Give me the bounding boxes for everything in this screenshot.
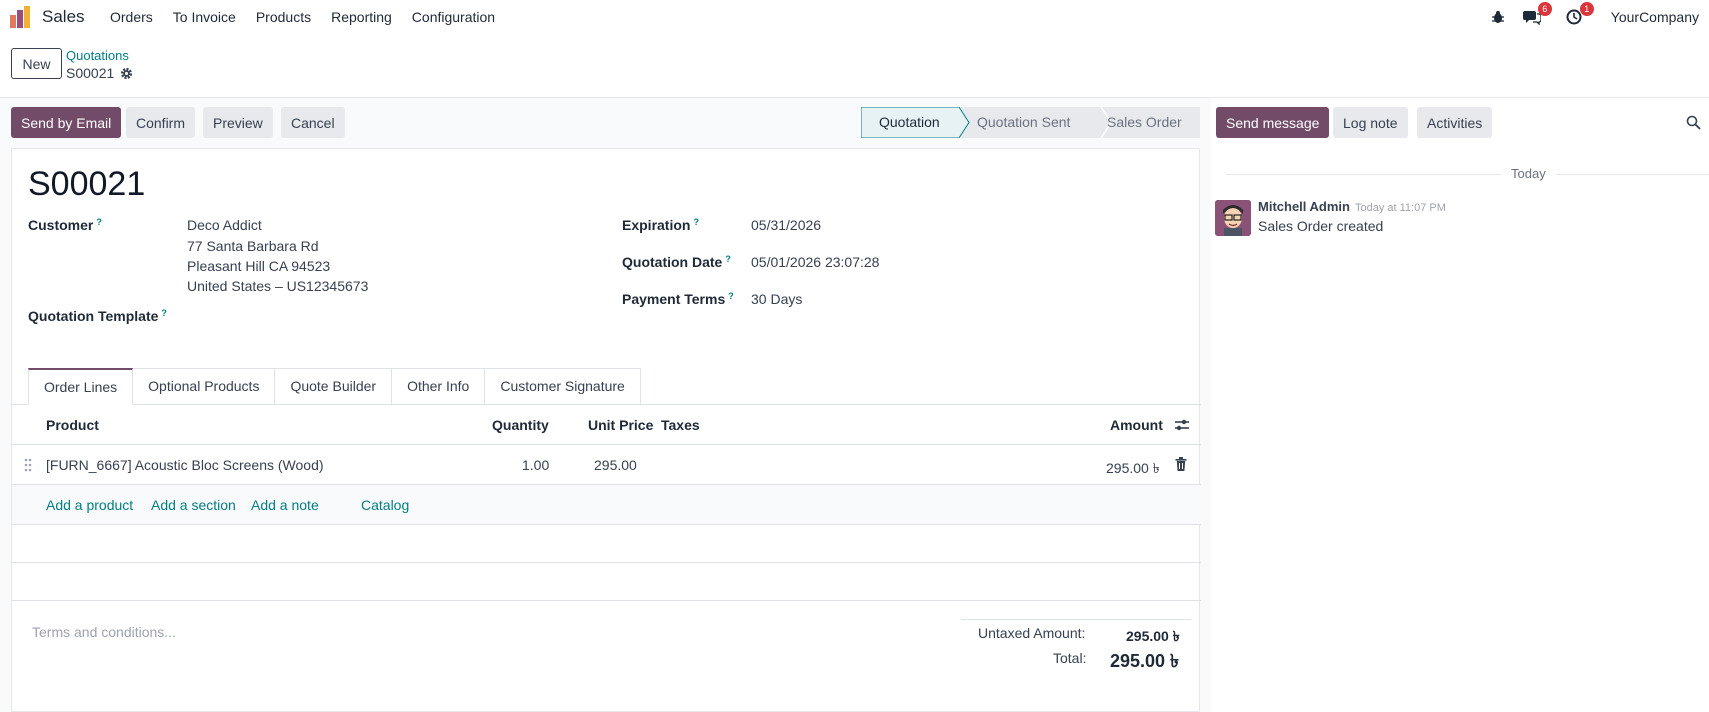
messages-icon[interactable]: 6 (1521, 2, 1552, 28)
send-by-email-button[interactable]: Send by Email (11, 107, 122, 138)
quotation-date-field[interactable]: 05/01/2026 23:07:28 (751, 252, 879, 272)
menu-to-invoice[interactable]: To Invoice (163, 0, 246, 34)
tab-quote-builder[interactable]: Quote Builder (275, 368, 393, 405)
col-taxes[interactable]: Taxes (661, 417, 700, 433)
menu-products[interactable]: Products (246, 0, 321, 34)
terms-conditions-input[interactable]: Terms and conditions... (32, 624, 176, 640)
expiration-field[interactable]: 05/31/2026 (751, 215, 821, 235)
chatter-panel: Send message Log note Activities Today M… (1211, 98, 1709, 712)
total-label: Total: (1053, 650, 1087, 666)
tab-order-lines[interactable]: Order Lines (28, 368, 134, 405)
customer-label: Customer? (28, 217, 102, 233)
company-switcher[interactable]: YourCompany (1611, 9, 1699, 25)
quotation-date-label: Quotation Date? (622, 254, 731, 270)
bug-icon[interactable] (1487, 6, 1509, 28)
tab-optional-products[interactable]: Optional Products (133, 368, 276, 405)
add-product-link[interactable]: Add a product (46, 497, 133, 513)
row-amount: 295.00 ৳ (1106, 460, 1160, 476)
customer-city: Pleasant Hill CA 94523 (187, 258, 331, 274)
expiration-label: Expiration? (622, 217, 699, 233)
navbar-systray: 6 1 YourCompany (1487, 0, 1709, 34)
activities-clock-icon[interactable]: 1 (1563, 2, 1594, 28)
tab-other-info[interactable]: Other Info (392, 368, 486, 405)
record-name: S00021 (66, 65, 115, 81)
trash-icon[interactable] (1175, 457, 1187, 471)
drag-handle-icon[interactable] (24, 458, 32, 472)
customer-street: 77 Santa Barbara Rd (187, 238, 319, 254)
app-name[interactable]: Sales (42, 7, 85, 27)
add-line-row: Add a product Add a section Add a note C… (12, 485, 1201, 525)
top-navbar: Sales Orders To Invoice Products Reporti… (0, 0, 1709, 34)
form-sheet: S00021 Customer? Deco Addict 77 Santa Ba… (11, 148, 1201, 712)
add-note-link[interactable]: Add a note (251, 497, 319, 513)
sales-app-icon[interactable] (10, 6, 32, 28)
catalog-link[interactable]: Catalog (361, 497, 409, 513)
preview-button[interactable]: Preview (203, 107, 273, 138)
empty-row (12, 563, 1201, 601)
col-unit-price[interactable]: Unit Price (588, 417, 653, 433)
control-panel: New Quotations S00021 (0, 34, 1709, 98)
optional-columns-icon[interactable] (1174, 417, 1190, 433)
help-icon[interactable]: ? (693, 217, 699, 227)
messages-badge: 6 (1537, 2, 1552, 16)
row-unit-price[interactable]: 295.00 (594, 457, 637, 473)
col-amount[interactable]: Amount (1110, 417, 1163, 433)
customer-country-vat: United States – US12345673 (187, 278, 369, 294)
col-product[interactable]: Product (46, 417, 99, 433)
help-icon[interactable]: ? (96, 217, 102, 227)
row-product[interactable]: [FURN_6667] Acoustic Bloc Screens (Wood) (46, 457, 324, 473)
order-lines-header: Product Quantity Unit Price Taxes Amount (12, 405, 1201, 445)
message-body: Sales Order created (1258, 218, 1384, 234)
tab-customer-signature[interactable]: Customer Signature (485, 368, 641, 405)
avatar[interactable] (1215, 200, 1251, 236)
log-note-button[interactable]: Log note (1333, 107, 1408, 138)
activities-badge: 1 (1579, 2, 1594, 16)
confirm-button[interactable]: Confirm (126, 107, 196, 138)
breadcrumb-current: S00021 (66, 65, 133, 81)
payment-terms-field[interactable]: 30 Days (751, 289, 802, 309)
author-name[interactable]: Mitchell Admin (1258, 199, 1350, 214)
empty-row (12, 525, 1201, 563)
add-section-link[interactable]: Add a section (151, 497, 236, 513)
activities-button[interactable]: Activities (1417, 107, 1493, 138)
search-icon[interactable] (1686, 115, 1701, 130)
status-step-quotation-sent[interactable]: Quotation Sent (977, 114, 1070, 130)
message-time: Today at 11:07 PM (1354, 202, 1446, 214)
notebook-tabs: Order Lines Optional Products Quote Buil… (28, 368, 641, 405)
help-icon[interactable]: ? (161, 308, 167, 318)
cancel-button[interactable]: Cancel (281, 107, 345, 138)
untaxed-amount-label: Untaxed Amount: (978, 625, 1086, 641)
totals-divider (961, 619, 1191, 620)
order-title: S00021 (28, 165, 146, 203)
untaxed-amount-value: 295.00 ৳ (1126, 628, 1180, 644)
message-author[interactable]: Mitchell Admin Today at 11:07 PM (1258, 199, 1446, 214)
menu-orders[interactable]: Orders (100, 0, 163, 34)
customer-field[interactable]: Deco Addict 77 Santa Barbara Rd Pleasant… (187, 215, 368, 296)
menu-configuration[interactable]: Configuration (402, 0, 505, 34)
menu-reporting[interactable]: Reporting (321, 0, 402, 34)
quotation-template-label: Quotation Template? (28, 308, 167, 324)
total-value: 295.00 ৳ (1110, 651, 1180, 671)
col-quantity[interactable]: Quantity (492, 417, 549, 433)
status-step-quotation[interactable]: Quotation (879, 114, 940, 130)
table-row[interactable]: [FURN_6667] Acoustic Bloc Screens (Wood)… (12, 445, 1201, 485)
send-message-button[interactable]: Send message (1216, 107, 1330, 138)
date-separator-line (1226, 174, 1709, 175)
main-menu: Orders To Invoice Products Reporting Con… (100, 0, 505, 34)
date-separator: Today (1501, 166, 1556, 181)
row-quantity[interactable]: 1.00 (522, 457, 549, 473)
customer-name: Deco Addict (187, 217, 262, 233)
new-button[interactable]: New (11, 48, 62, 79)
breadcrumb-quotations[interactable]: Quotations (66, 48, 129, 63)
status-step-sales-order[interactable]: Sales Order (1107, 114, 1182, 130)
gear-icon[interactable] (120, 67, 133, 80)
help-icon[interactable]: ? (725, 254, 731, 264)
help-icon[interactable]: ? (728, 291, 734, 301)
payment-terms-label: Payment Terms? (622, 291, 734, 307)
